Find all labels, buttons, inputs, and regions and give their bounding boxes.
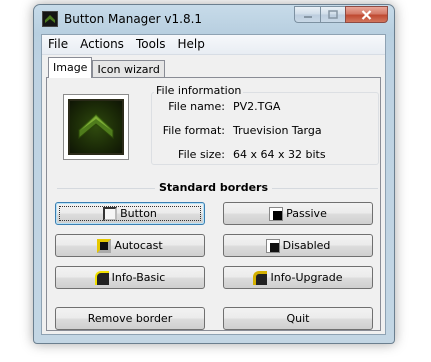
close-icon: [361, 9, 372, 20]
file-size-row: File size: 64 x 64 x 32 bits: [155, 148, 326, 161]
standard-borders-label: Standard borders: [154, 181, 273, 194]
file-format-row: File format: Truevision Targa: [155, 124, 322, 137]
button-border-label: Button: [120, 207, 157, 220]
info-upgrade-border-label: Info-Upgrade: [270, 271, 343, 284]
app-icon: [42, 11, 58, 27]
autocast-border-label: Autocast: [114, 239, 163, 252]
disabled-border-icon: [265, 238, 280, 253]
file-name-label: File name:: [168, 100, 225, 113]
info-upgrade-border-icon: [253, 270, 268, 285]
button-border-button[interactable]: Button: [55, 202, 205, 225]
tab-strip: Image Icon wizard: [48, 57, 165, 78]
quit-button[interactable]: Quit: [223, 307, 373, 330]
minimize-icon: [303, 15, 312, 18]
caption-buttons: [294, 6, 388, 24]
standard-borders-heading: Standard borders: [47, 181, 380, 194]
autocast-border-button[interactable]: Autocast: [55, 234, 205, 257]
menu-tools[interactable]: Tools: [130, 35, 172, 54]
tab-image[interactable]: Image: [48, 57, 93, 78]
passive-border-label: Passive: [286, 207, 327, 220]
close-button[interactable]: [345, 6, 388, 23]
tab-icon-wizard[interactable]: Icon wizard: [92, 60, 165, 78]
passive-border-icon: [269, 206, 284, 221]
window-title: Button Manager v1.8.1: [64, 12, 203, 26]
info-upgrade-border-button[interactable]: Info-Upgrade: [223, 266, 373, 289]
passive-border-button[interactable]: Passive: [223, 202, 373, 225]
chevron-rank-icon: [78, 113, 114, 140]
remove-border-button[interactable]: Remove border: [55, 307, 205, 330]
main-window: Button Manager v1.8.1 File Actions Tools…: [33, 4, 395, 344]
file-format-label: File format:: [162, 124, 225, 137]
image-preview: [68, 99, 124, 155]
file-format-value: Truevision Targa: [233, 124, 322, 137]
menu-actions[interactable]: Actions: [74, 35, 130, 54]
image-preview-frame: [63, 94, 129, 160]
tab-panel-image: File information File name: PV2.TGA File …: [46, 77, 381, 331]
minimize-button[interactable]: [294, 6, 320, 23]
file-name-value: PV2.TGA: [233, 100, 281, 113]
menu-bar: File Actions Tools Help: [42, 35, 385, 55]
file-info-label: File information: [154, 84, 244, 97]
menu-help[interactable]: Help: [172, 35, 211, 54]
info-basic-border-label: Info-Basic: [111, 271, 166, 284]
file-size-label: File size:: [178, 148, 225, 161]
autocast-border-icon: [97, 238, 112, 253]
menu-file[interactable]: File: [42, 35, 74, 54]
file-name-row: File name: PV2.TGA: [155, 100, 280, 113]
maximize-button[interactable]: [320, 6, 345, 23]
disabled-border-button[interactable]: Disabled: [223, 234, 373, 257]
info-basic-border-icon: [94, 270, 109, 285]
disabled-border-label: Disabled: [282, 239, 331, 252]
file-size-value: 64 x 64 x 32 bits: [233, 148, 326, 161]
button-border-icon: [103, 206, 118, 221]
maximize-icon: [328, 10, 338, 19]
client-area: File Actions Tools Help Image Icon wizar…: [41, 34, 386, 335]
info-basic-border-button[interactable]: Info-Basic: [55, 266, 205, 289]
